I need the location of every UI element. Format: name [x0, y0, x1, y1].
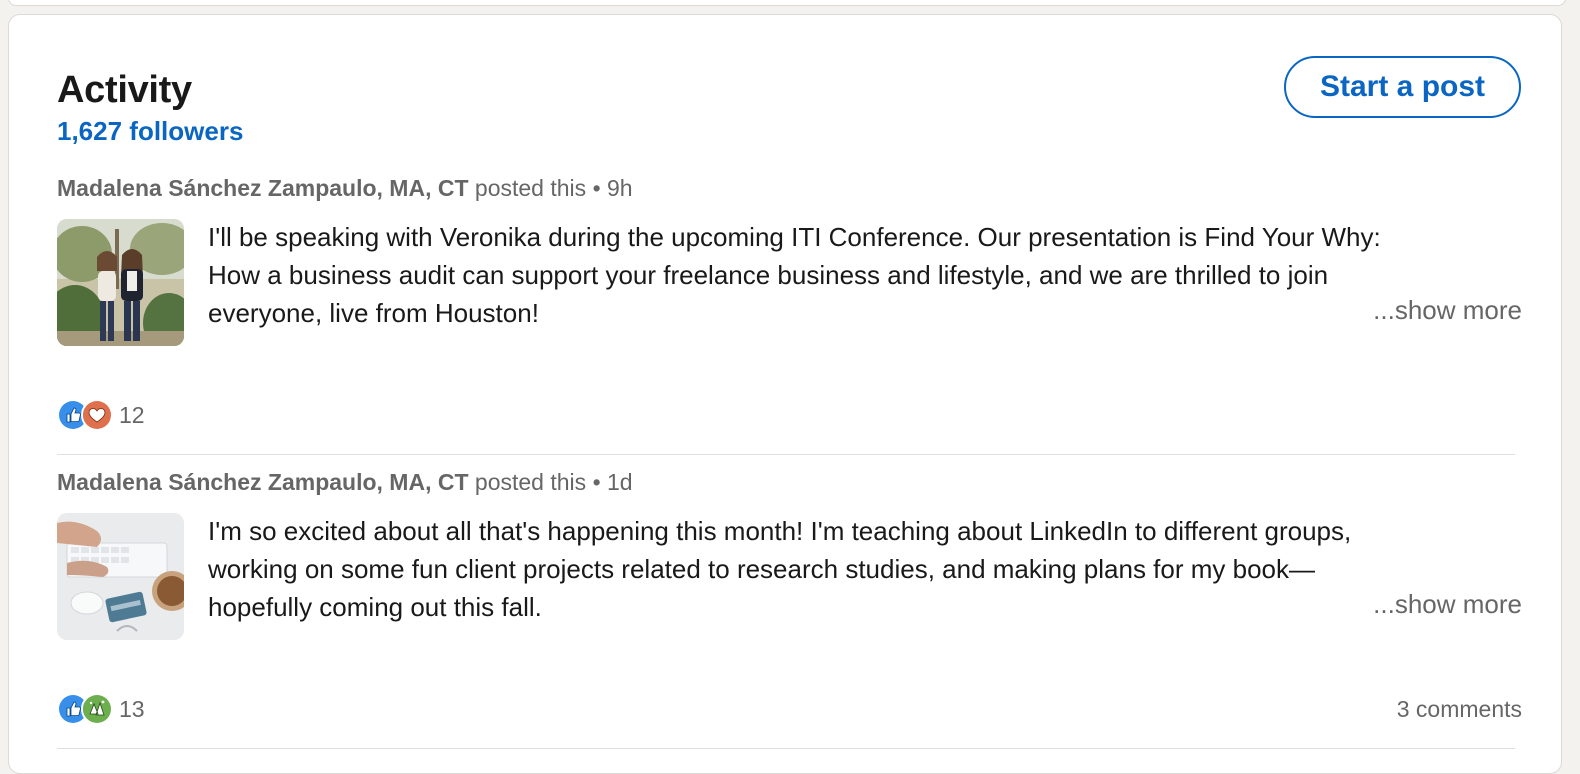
post-time: 9h: [607, 175, 633, 201]
followers-link[interactable]: 1,627 followers: [57, 116, 243, 147]
post-author[interactable]: Madalena Sánchez Zampaulo, MA, CT: [57, 175, 469, 201]
reaction-count: 12: [119, 401, 145, 428]
show-more-link[interactable]: ...show more: [1373, 589, 1522, 620]
love-icon: [81, 399, 113, 431]
post-divider: [57, 454, 1515, 455]
reactions-summary[interactable]: 13: [57, 693, 145, 725]
post-header: Madalena Sánchez Zampaulo, MA, CT posted…: [57, 175, 633, 202]
post-text-line: I'm so excited about all that's happenin…: [208, 516, 1352, 546]
reaction-count: 13: [119, 695, 145, 722]
post-separator: •: [592, 469, 601, 495]
post-thumbnail[interactable]: [57, 219, 184, 346]
activity-title: Activity: [57, 69, 192, 111]
celebrate-icon: [81, 693, 113, 725]
previous-card-edge: [8, 0, 1566, 6]
photo-two-women-outdoors: [57, 219, 184, 346]
photo-desk-keyboard: [57, 513, 184, 640]
post-text-line: How a business audit can support your fr…: [208, 260, 1329, 290]
post-text-line: I'll be speaking with Veronika during th…: [208, 222, 1381, 252]
post-separator: •: [592, 175, 601, 201]
start-post-button[interactable]: Start a post: [1284, 56, 1521, 118]
activity-card: Activity 1,627 followers Start a post Ma…: [8, 14, 1562, 774]
post-header: Madalena Sánchez Zampaulo, MA, CT posted…: [57, 469, 633, 496]
comments-count-link[interactable]: 3 comments: [1397, 696, 1522, 723]
post-author[interactable]: Madalena Sánchez Zampaulo, MA, CT: [57, 469, 469, 495]
post-text-line: everyone, live from Houston!: [208, 298, 539, 328]
post-text: I'll be speaking with Veronika during th…: [208, 218, 1518, 332]
post-action: posted this: [474, 469, 587, 495]
post-divider: [57, 748, 1515, 749]
post-time: 1d: [607, 469, 633, 495]
post-action: posted this: [474, 175, 587, 201]
post-text: I'm so excited about all that's happenin…: [208, 512, 1518, 626]
show-more-link[interactable]: ...show more: [1373, 295, 1522, 326]
post-thumbnail[interactable]: [57, 513, 184, 640]
post-text-line: hopefully coming out this fall.: [208, 592, 542, 622]
post-text-line: working on some fun client projects rela…: [208, 554, 1315, 584]
reactions-summary[interactable]: 12: [57, 399, 145, 431]
